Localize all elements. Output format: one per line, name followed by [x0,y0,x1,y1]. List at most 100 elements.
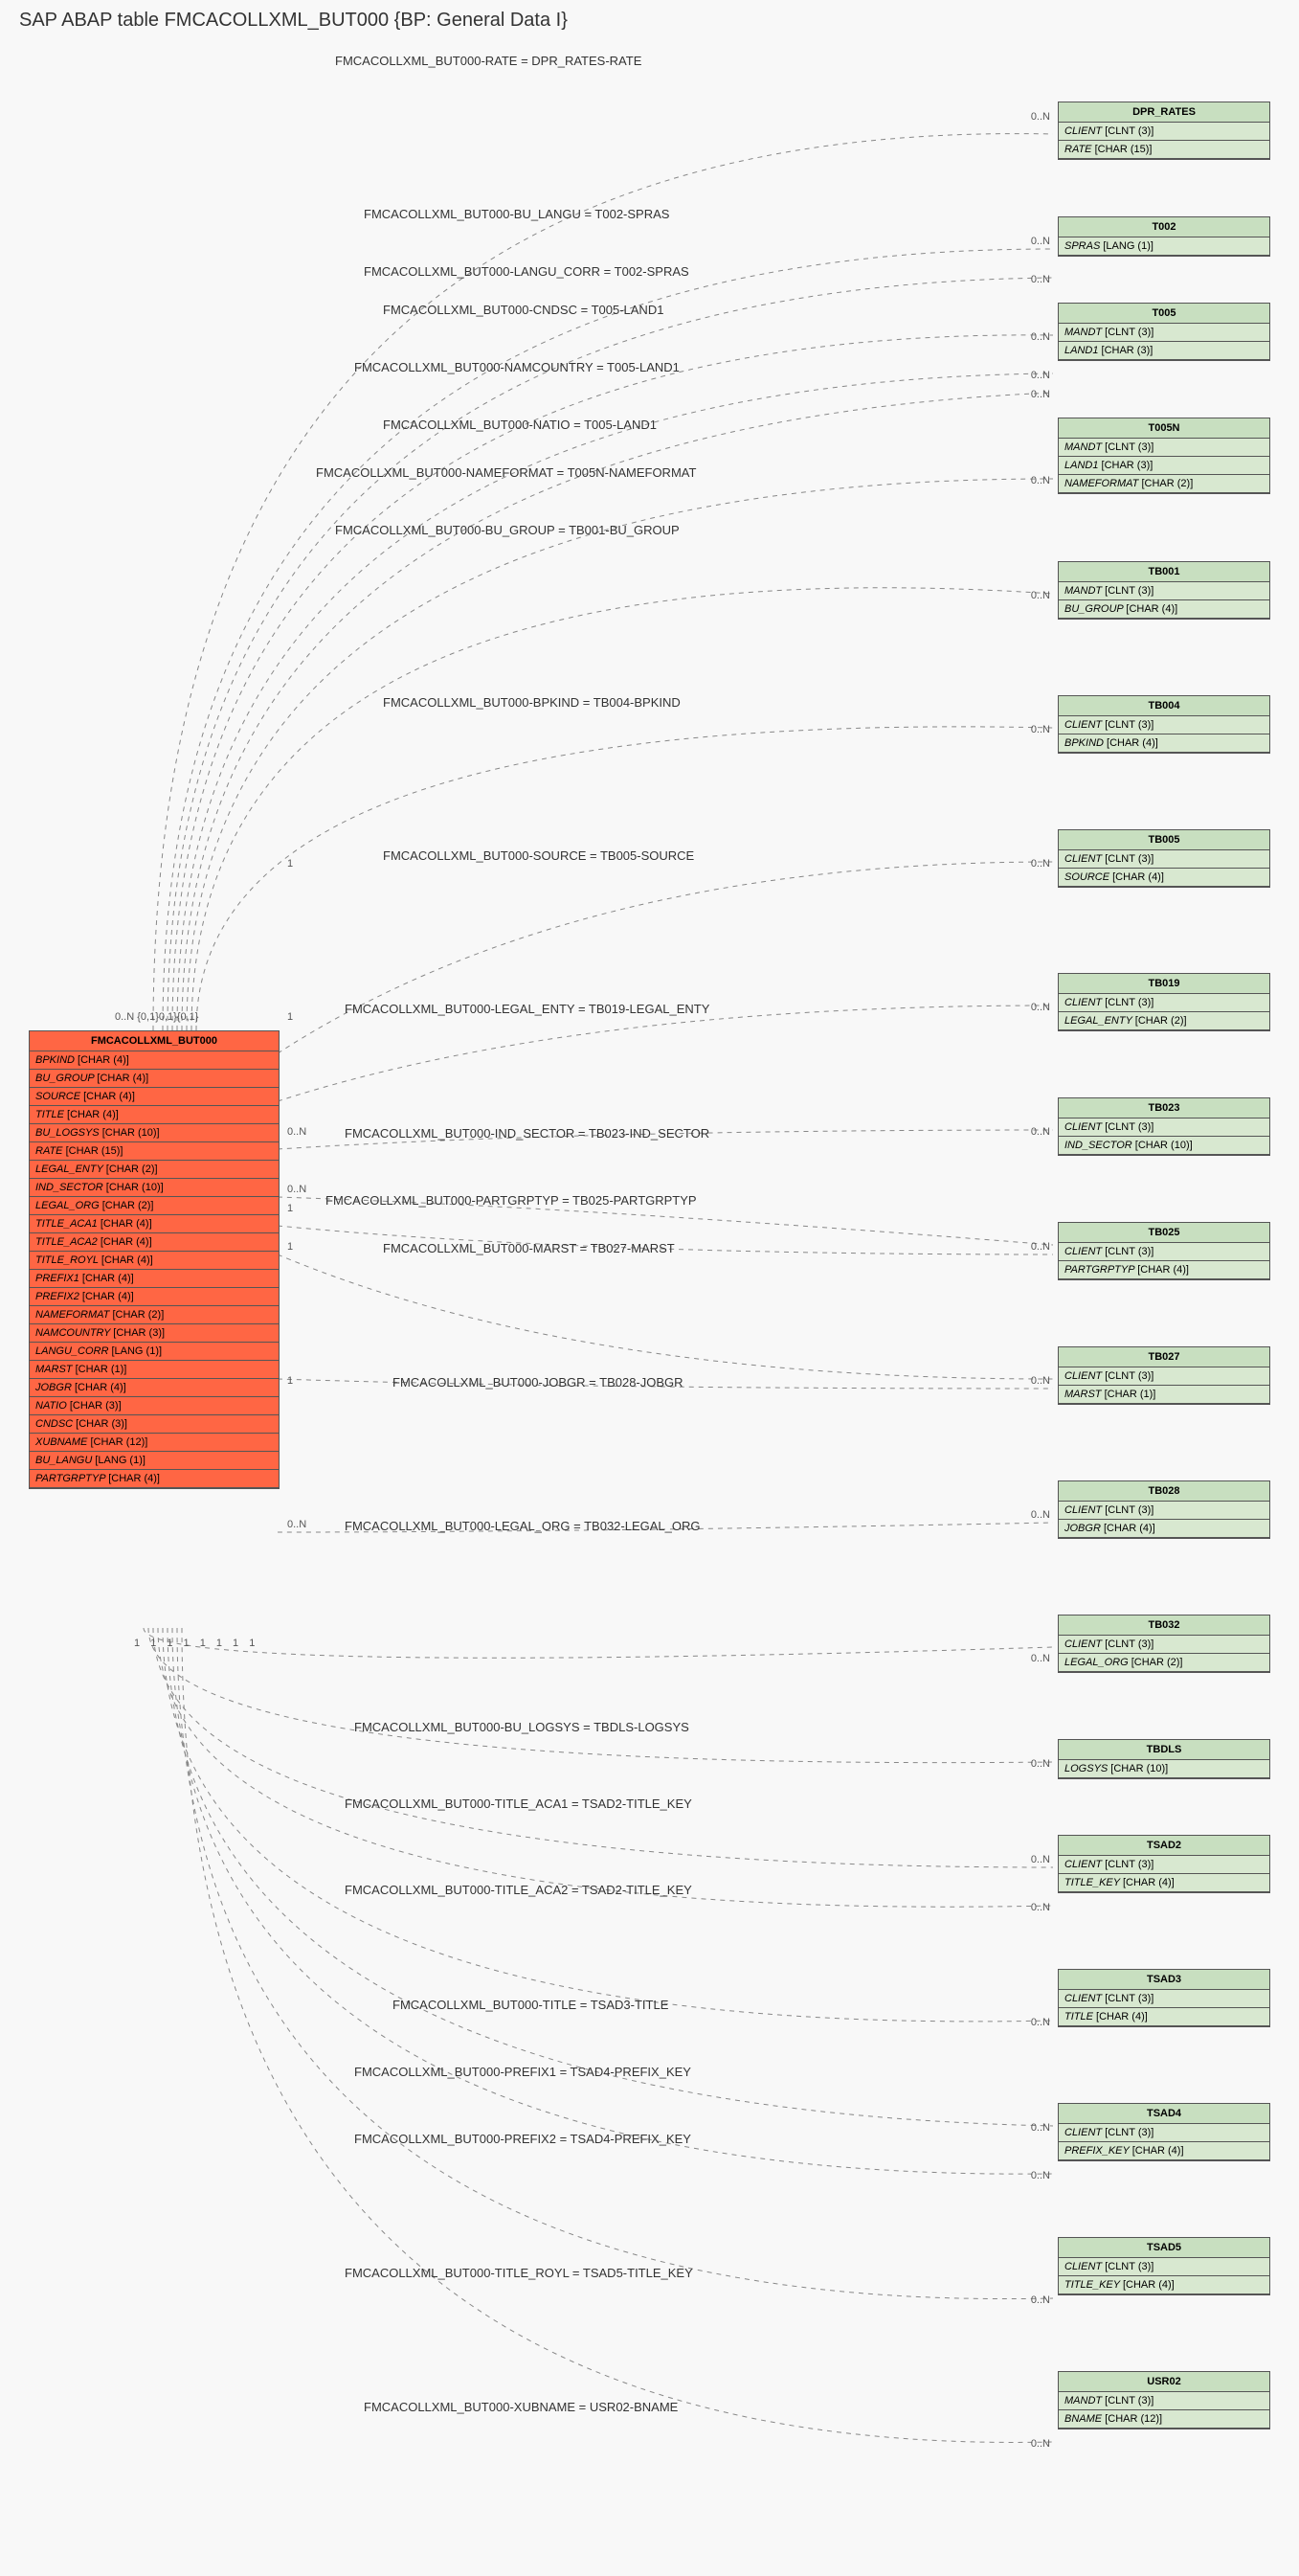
relationship-label: FMCACOLLXML_BUT000-LANGU_CORR = T002-SPR… [364,264,689,279]
relationship-label: FMCACOLLXML_BUT000-TITLE = TSAD3-TITLE [392,1998,668,2012]
ref-field: BU_GROUP [CHAR (4)] [1059,600,1269,619]
main-field: CNDSC [CHAR (3)] [30,1415,279,1434]
ref-field: LOGSYS [CHAR (10)] [1059,1760,1269,1778]
ref-entity-table: TSAD2CLIENT [CLNT (3)]TITLE_KEY [CHAR (4… [1058,1835,1270,1893]
ref-entity-table: DPR_RATESCLIENT [CLNT (3)]RATE [CHAR (15… [1058,102,1270,160]
ref-field: CLIENT [CLNT (3)] [1059,1367,1269,1386]
relationship-label: FMCACOLLXML_BUT000-TITLE_ROYL = TSAD5-TI… [345,2266,693,2280]
cardinality-right: 0..N [1031,1653,1050,1664]
cardinality-bottom: 1 1 1 1 1 1 1 1 [134,1638,258,1649]
ref-field: CLIENT [CLNT (3)] [1059,1990,1269,2008]
cardinality-right: 0..N [1031,370,1050,381]
main-field: BPKIND [CHAR (4)] [30,1051,279,1070]
ref-field: CLIENT [CLNT (3)] [1059,2258,1269,2276]
relationship-label: FMCACOLLXML_BUT000-LEGAL_ENTY = TB019-LE… [345,1002,709,1016]
ref-entity-table: TB001MANDT [CLNT (3)]BU_GROUP [CHAR (4)] [1058,561,1270,620]
relationship-label: FMCACOLLXML_BUT000-MARST = TB027-MARST [383,1241,675,1255]
ref-entity-table: TBDLSLOGSYS [CHAR (10)] [1058,1739,1270,1779]
ref-entity-table: TB028CLIENT [CLNT (3)]JOBGR [CHAR (4)] [1058,1480,1270,1539]
ref-entity-header: TB019 [1059,974,1269,994]
relationship-label: FMCACOLLXML_BUT000-IND_SECTOR = TB023-IN… [345,1126,709,1141]
ref-entity-header: TB023 [1059,1098,1269,1119]
cardinality-right: 0..N [1031,236,1050,247]
ref-entity-table: TSAD5CLIENT [CLNT (3)]TITLE_KEY [CHAR (4… [1058,2237,1270,2295]
cardinality-right: 0..N [1031,1509,1050,1521]
ref-entity-table: TB027CLIENT [CLNT (3)]MARST [CHAR (1)] [1058,1346,1270,1405]
ref-field: MANDT [CLNT (3)] [1059,439,1269,457]
main-field: BU_LANGU [LANG (1)] [30,1452,279,1470]
cardinality-right: 0..N [1031,1126,1050,1138]
main-field: NAMEFORMAT [CHAR (2)] [30,1306,279,1324]
ref-field: LAND1 [CHAR (3)] [1059,342,1269,360]
cardinality-mid: 0..N [287,1126,306,1138]
main-field: XUBNAME [CHAR (12)] [30,1434,279,1452]
ref-field: LEGAL_ENTY [CHAR (2)] [1059,1012,1269,1030]
ref-entity-table: TB019CLIENT [CLNT (3)]LEGAL_ENTY [CHAR (… [1058,973,1270,1031]
ref-entity-table: USR02MANDT [CLNT (3)]BNAME [CHAR (12)] [1058,2371,1270,2429]
ref-entity-header: DPR_RATES [1059,102,1269,123]
ref-entity-header: TB004 [1059,696,1269,716]
ref-field: IND_SECTOR [CHAR (10)] [1059,1137,1269,1155]
ref-field: PREFIX_KEY [CHAR (4)] [1059,2142,1269,2160]
cardinality-right: 0..N [1031,274,1050,285]
relationship-label: FMCACOLLXML_BUT000-BU_GROUP = TB001-BU_G… [335,523,680,537]
ref-field: CLIENT [CLNT (3)] [1059,123,1269,141]
main-field: NATIO [CHAR (3)] [30,1397,279,1415]
ref-entity-table: T005NMANDT [CLNT (3)]LAND1 [CHAR (3)]NAM… [1058,418,1270,494]
ref-entity-header: TSAD2 [1059,1836,1269,1856]
ref-field: NAMEFORMAT [CHAR (2)] [1059,475,1269,493]
relationship-label: FMCACOLLXML_BUT000-BPKIND = TB004-BPKIND [383,695,681,710]
ref-field: TITLE_KEY [CHAR (4)] [1059,2276,1269,2294]
cardinality-right: 0..N [1031,2294,1050,2306]
ref-entity-header: T005 [1059,304,1269,324]
page-title: SAP ABAP table FMCACOLLXML_BUT000 {BP: G… [19,10,568,32]
ref-entity-header: TB001 [1059,562,1269,582]
relationship-label: FMCACOLLXML_BUT000-TITLE_ACA2 = TSAD2-TI… [345,1883,692,1897]
ref-entity-header: USR02 [1059,2372,1269,2392]
ref-field: MANDT [CLNT (3)] [1059,2392,1269,2410]
ref-entity-header: TSAD4 [1059,2104,1269,2124]
ref-entity-header: TSAD3 [1059,1970,1269,1990]
ref-entity-header: T002 [1059,217,1269,237]
main-field: NAMCOUNTRY [CHAR (3)] [30,1324,279,1343]
cardinality-right: 0..N [1031,1375,1050,1387]
relationship-label: FMCACOLLXML_BUT000-BU_LOGSYS = TBDLS-LOG… [354,1720,689,1734]
ref-entity-table: TB004CLIENT [CLNT (3)]BPKIND [CHAR (4)] [1058,695,1270,754]
main-field: LEGAL_ENTY [CHAR (2)] [30,1161,279,1179]
cardinality-mid: 0..N [287,1184,306,1195]
main-field: BU_LOGSYS [CHAR (10)] [30,1124,279,1142]
ref-field: SPRAS [LANG (1)] [1059,237,1269,256]
relationship-label: FMCACOLLXML_BUT000-CNDSC = T005-LAND1 [383,303,663,317]
ref-field: CLIENT [CLNT (3)] [1059,1502,1269,1520]
cardinality-mid: 1 [287,1011,293,1023]
main-field: PARTGRPTYP [CHAR (4)] [30,1470,279,1488]
relationship-label: FMCACOLLXML_BUT000-BU_LANGU = T002-SPRAS [364,207,669,221]
ref-field: MANDT [CLNT (3)] [1059,582,1269,600]
ref-entity-table: T005MANDT [CLNT (3)]LAND1 [CHAR (3)] [1058,303,1270,361]
relationship-label: FMCACOLLXML_BUT000-TITLE_ACA1 = TSAD2-TI… [345,1796,692,1811]
cardinality-right: 0..N [1031,389,1050,400]
cardinality-right: 0..N [1031,1002,1050,1013]
ref-field: CLIENT [CLNT (3)] [1059,1636,1269,1654]
cardinality-right: 0..N [1031,331,1050,343]
ref-field: LEGAL_ORG [CHAR (2)] [1059,1654,1269,1672]
cardinality-right: 0..N [1031,2122,1050,2134]
ref-entity-header: TB025 [1059,1223,1269,1243]
ref-field: JOBGR [CHAR (4)] [1059,1520,1269,1538]
cardinality-right: 0..N [1031,1902,1050,1913]
ref-field: CLIENT [CLNT (3)] [1059,850,1269,869]
main-field: LEGAL_ORG [CHAR (2)] [30,1197,279,1215]
ref-field: CLIENT [CLNT (3)] [1059,1856,1269,1874]
ref-field: MARST [CHAR (1)] [1059,1386,1269,1404]
ref-field: CLIENT [CLNT (3)] [1059,2124,1269,2142]
ref-entity-header: TB032 [1059,1616,1269,1636]
cardinality-mid: 1 [287,1375,293,1387]
ref-entity-table: T002SPRAS [LANG (1)] [1058,216,1270,257]
cardinality-right: 0..N [1031,858,1050,870]
ref-field: RATE [CHAR (15)] [1059,141,1269,159]
cardinality-mid: 1 [287,858,293,870]
ref-field: TITLE_KEY [CHAR (4)] [1059,1874,1269,1892]
ref-field: CLIENT [CLNT (3)] [1059,1119,1269,1137]
cardinality-right: 0..N [1031,1854,1050,1865]
cardinality-right: 0..N [1031,475,1050,486]
